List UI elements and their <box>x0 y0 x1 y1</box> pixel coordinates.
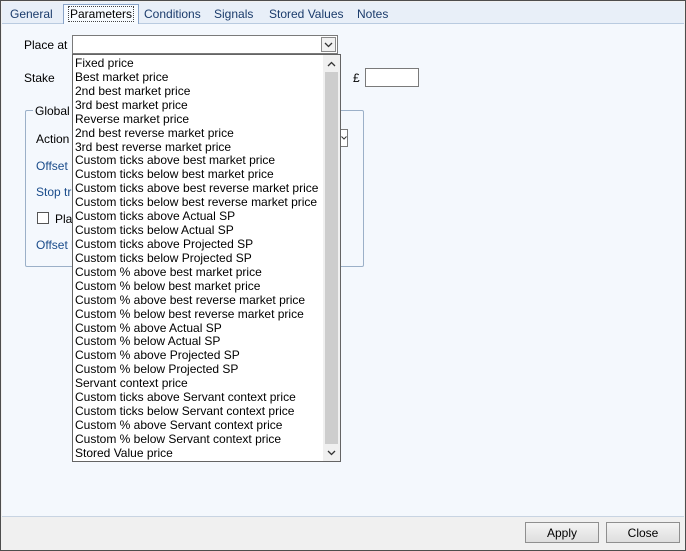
scroll-up-icon[interactable] <box>323 55 340 72</box>
dropdown-option[interactable]: 3rd best market price <box>73 99 324 113</box>
dropdown-options: Fixed price Best market price 2nd best mar… <box>73 57 324 461</box>
chevron-down-icon[interactable] <box>321 37 336 52</box>
dropdown-option[interactable]: 3rd best reverse market price <box>73 141 324 155</box>
dropdown-option[interactable]: Custom ticks above Projected SP <box>73 238 324 252</box>
dropdown-option[interactable]: Stored Value price <box>73 447 324 461</box>
tab-signals[interactable]: Signals <box>210 5 257 23</box>
dropdown-option[interactable]: Custom % below best market price <box>73 280 324 294</box>
dropdown-option[interactable]: Custom ticks above best market price <box>73 154 324 168</box>
dropdown-option[interactable]: Custom % above best reverse market price <box>73 294 324 308</box>
chevron-down-icon <box>341 136 347 140</box>
tab-notes[interactable]: Notes <box>353 5 392 23</box>
scrollbar-thumb[interactable] <box>325 72 338 444</box>
tab-parameters[interactable]: Parameters <box>63 4 140 24</box>
dropdown-option[interactable]: Custom ticks above Actual SP <box>73 210 324 224</box>
dropdown-option[interactable]: Custom % above Projected SP <box>73 349 324 363</box>
tab-general[interactable]: General <box>6 5 57 23</box>
dropdown-scrollbar[interactable] <box>323 55 340 461</box>
dropdown-option[interactable]: Custom ticks below Actual SP <box>73 224 324 238</box>
dropdown-option[interactable]: Custom % below best reverse market price <box>73 308 324 322</box>
dropdown-option[interactable]: Custom ticks below best market price <box>73 168 324 182</box>
dropdown-option[interactable]: Servant context price <box>73 377 324 391</box>
dropdown-option[interactable]: Custom % below Servant context price <box>73 433 324 447</box>
dialog-footer: Apply Close <box>2 516 684 550</box>
dropdown-option[interactable]: Custom % below Actual SP <box>73 335 324 349</box>
dropdown-option[interactable]: Best market price <box>73 71 324 85</box>
dropdown-option[interactable]: Custom ticks below best reverse market p… <box>73 196 324 210</box>
dropdown-option[interactable]: Custom % below Projected SP <box>73 363 324 377</box>
tab-stored-values[interactable]: Stored Values <box>265 5 348 23</box>
tab-bar: General Parameters Conditions Signals St… <box>2 2 684 24</box>
global-group-title: Global <box>33 104 72 118</box>
stake-label: Stake <box>24 71 55 85</box>
stop-trigger-label: Stop tri <box>36 185 75 199</box>
close-button[interactable]: Close <box>606 522 680 543</box>
dialog-window: General Parameters Conditions Signals St… <box>0 0 686 551</box>
place-at-combobox[interactable] <box>72 35 338 54</box>
dropdown-option[interactable]: 2nd best market price <box>73 85 324 99</box>
stake-input[interactable] <box>365 68 419 87</box>
action-label: Action <box>36 132 70 146</box>
dropdown-option[interactable]: Fixed price <box>73 57 324 71</box>
tab-parameters-label: Parameters <box>68 6 135 22</box>
apply-button[interactable]: Apply <box>525 522 599 543</box>
dropdown-option[interactable]: 2nd best reverse market price <box>73 127 324 141</box>
place-at-dropdown-list[interactable]: Fixed price Best market price 2nd best mar… <box>72 54 341 462</box>
dropdown-option[interactable]: Custom ticks below Projected SP <box>73 252 324 266</box>
dropdown-option[interactable]: Custom % above Actual SP <box>73 322 324 336</box>
dropdown-option[interactable]: Custom ticks above Servant context price <box>73 391 324 405</box>
place-checkbox-label: Pla <box>55 212 73 226</box>
scroll-down-icon[interactable] <box>323 444 340 461</box>
dropdown-option[interactable]: Custom ticks below Servant context price <box>73 405 324 419</box>
tab-conditions[interactable]: Conditions <box>140 5 205 23</box>
dropdown-option[interactable]: Reverse market price <box>73 113 324 127</box>
stake-currency: £ <box>353 71 360 85</box>
place-at-label: Place at <box>24 38 68 52</box>
offset-label: Offset <box>36 159 68 173</box>
dropdown-option[interactable]: Custom % above Servant context price <box>73 419 324 433</box>
place-checkbox[interactable] <box>37 212 49 224</box>
dropdown-option[interactable]: Custom ticks above best reverse market p… <box>73 182 324 196</box>
dropdown-option[interactable]: Custom % above best market price <box>73 266 324 280</box>
